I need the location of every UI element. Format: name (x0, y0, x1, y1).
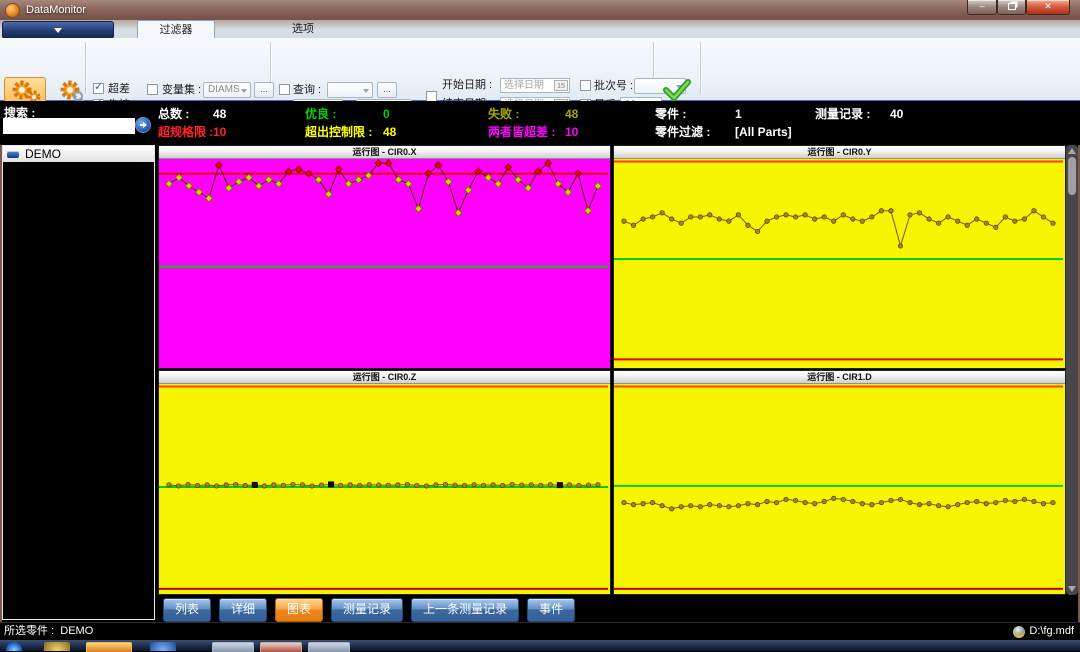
varset-value: DIAMS (208, 84, 240, 95)
selected-part-label: 所选零件 : (4, 625, 54, 637)
chart-title: 运行图 - CIR0.Z (159, 371, 610, 384)
stat-label: 零件 : (655, 105, 735, 123)
query-more-button[interactable]: ... (377, 82, 397, 98)
chevron-down-icon (54, 28, 62, 33)
list-item-demo[interactable]: DEMO (3, 146, 154, 162)
tab-previous-measurement-record[interactable]: 上一条测量记录 (411, 598, 519, 622)
chart-canvas (159, 159, 608, 366)
arrow-right-icon (140, 123, 145, 127)
chevron-down-icon (241, 89, 247, 93)
selected-part-value: DEMO (60, 625, 93, 637)
tab-chart[interactable]: 图表 (275, 598, 323, 622)
stat-value: 40 (890, 107, 903, 121)
batch-checkbox[interactable] (580, 80, 591, 91)
tab-list[interactable]: 列表 (163, 598, 211, 622)
stat-value: 10 (565, 125, 578, 139)
varset-more-button[interactable]: ... (254, 82, 274, 98)
restore-button[interactable] (997, 0, 1026, 15)
search-go-button[interactable] (135, 117, 151, 133)
view-tabs: 列表 详细 图表 测量记录 上一条测量记录 事件 (158, 597, 1073, 622)
status-bar: 所选零件 : DEMO D:\fg.mdf (0, 622, 1080, 641)
query-checkbox[interactable] (279, 84, 290, 95)
stat-col-failed: 失败 :48 两者皆超差 :10 (488, 105, 578, 141)
chart-title: 运行图 - CIR0.X (159, 146, 610, 159)
stat-value: 0 (383, 107, 390, 121)
taskbar-icon-2[interactable] (150, 642, 176, 651)
stat-col-part: 零件 :1 零件过滤 :[All Parts] (655, 105, 792, 141)
out-of-tolerance-label: 超差 (108, 83, 130, 95)
checkbox-row-out-of-tolerance: 超差 (93, 83, 130, 96)
scroll-thumb[interactable] (1068, 157, 1076, 195)
stat-value: [All Parts] (735, 125, 792, 139)
batch-label: 批次号 : (594, 79, 633, 93)
ribbon-body: 全部零件 查询 零件 超差 失控 测试失败 变量集 : DIAMS ... 尺寸… (0, 38, 1080, 101)
query-select[interactable] (327, 82, 373, 98)
app-icon (5, 3, 20, 18)
chevron-down-icon (363, 89, 369, 93)
chart-title: 运行图 - CIR1.D (614, 371, 1065, 384)
run-chart-cir0y[interactable]: 运行图 - CIR0.Y (613, 145, 1066, 369)
minimize-button[interactable]: – (967, 0, 997, 15)
close-button[interactable]: ✕ (1026, 0, 1070, 15)
stat-col-total: 总数 :48 超规格限 :10 (158, 105, 226, 141)
tab-filter[interactable]: 过滤器 (137, 20, 215, 39)
part-label: DEMO (25, 147, 61, 161)
stat-label: 优良 : (305, 105, 383, 123)
stat-value: 48 (383, 125, 396, 139)
tab-measurement-records[interactable]: 测量记录 (331, 598, 403, 622)
search-input[interactable] (3, 118, 135, 134)
tab-detail[interactable]: 详细 (219, 598, 267, 622)
query-label: 查询 : (293, 83, 321, 97)
varset-label: 变量集 : (162, 83, 201, 97)
stat-value: 48 (213, 107, 226, 121)
stat-label: 超规格限 : (158, 123, 213, 141)
stats-bar: 搜索 : 总数 :48 超规格限 :10 优良 :0 超出控制限 :48 失败 … (0, 101, 1080, 145)
stat-col-good: 优良 :0 超出控制限 :48 (305, 105, 396, 141)
tab-options[interactable]: 选项 (272, 20, 334, 38)
stat-value: 1 (735, 107, 742, 121)
database-path: D:\fg.mdf (1029, 623, 1074, 640)
application-menu-button[interactable] (2, 21, 114, 39)
part-list: DEMO (2, 145, 155, 620)
stat-col-records: 测量记录 :40 (815, 105, 903, 123)
stat-label: 两者皆超差 : (488, 123, 565, 141)
start-date-placeholder: 选择日期 (504, 80, 544, 91)
varset-select[interactable]: DIAMS (203, 82, 251, 98)
run-chart-cir0x[interactable]: 运行图 - CIR0.X (158, 145, 611, 369)
stat-label: 失败 : (488, 105, 565, 123)
check-icon (662, 78, 692, 102)
chart-canvas (614, 159, 1063, 366)
vertical-scrollbar[interactable] (1066, 145, 1078, 595)
window-title: DataMonitor (26, 4, 86, 16)
varset-checkbox[interactable] (147, 84, 158, 95)
out-of-tolerance-checkbox[interactable] (93, 83, 104, 94)
run-chart-cir1d[interactable]: 运行图 - CIR1.D (613, 370, 1066, 595)
restore-icon (1008, 3, 1016, 10)
windows-taskbar (0, 640, 1080, 651)
start-date-label: 开始日期 : (442, 78, 492, 92)
chart-canvas (159, 384, 608, 592)
stat-value: 48 (565, 107, 578, 121)
stat-value: 10 (213, 125, 226, 139)
stat-label: 零件过滤 : (655, 123, 735, 141)
group-separator (700, 42, 701, 94)
start-button[interactable] (6, 642, 22, 651)
chart-canvas (614, 384, 1063, 592)
scroll-down-icon[interactable] (1068, 585, 1076, 593)
titlebar: DataMonitor – ✕ (0, 0, 1080, 20)
stat-label: 超出控制限 : (305, 123, 383, 141)
scroll-up-icon[interactable] (1068, 147, 1076, 155)
database-icon (1013, 626, 1025, 638)
chart-title: 运行图 - CIR0.Y (614, 146, 1065, 159)
tab-events[interactable]: 事件 (527, 598, 575, 622)
calendar-icon[interactable]: 15 (554, 80, 568, 91)
stat-label: 总数 : (158, 105, 213, 123)
run-chart-cir0z[interactable]: 运行图 - CIR0.Z (158, 370, 611, 595)
part-icon (7, 151, 19, 158)
start-date-input[interactable]: 选择日期 15 (500, 78, 570, 93)
taskbar-icon-1[interactable] (44, 642, 70, 651)
stat-label: 测量记录 : (815, 105, 890, 123)
